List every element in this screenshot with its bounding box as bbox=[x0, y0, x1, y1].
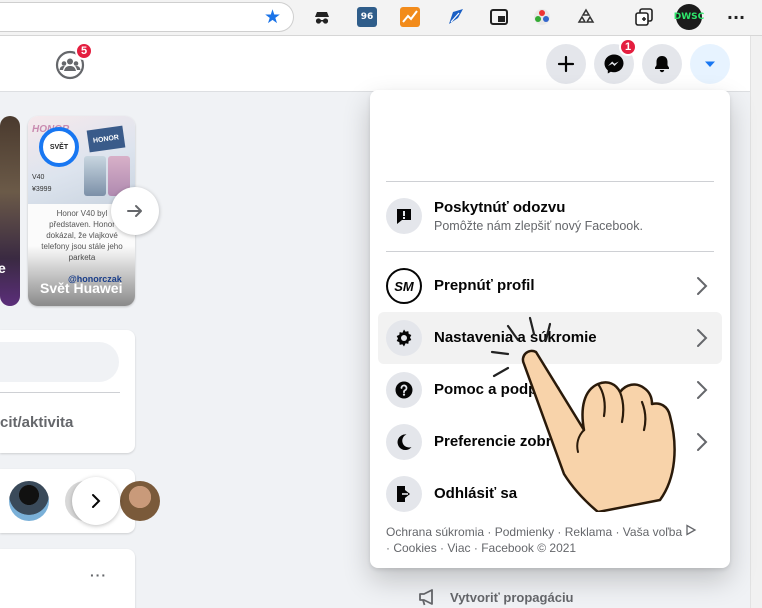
story-avatar[interactable]: SVĚT bbox=[39, 127, 79, 167]
menu-item-label: Odhlásiť sa bbox=[434, 485, 518, 502]
post-composer: cit/aktivita bbox=[0, 330, 135, 453]
log-out-icon bbox=[386, 476, 422, 512]
story-name: Svět Huawei bbox=[40, 280, 123, 296]
create-ad-link[interactable]: Vytvoriť propagáciu bbox=[418, 586, 574, 608]
whats-on-your-mind-input[interactable] bbox=[0, 342, 119, 382]
pip-extension-icon[interactable] bbox=[489, 7, 509, 27]
menu-item-label: Prepnúť profil bbox=[434, 277, 535, 294]
chevron-right-icon bbox=[697, 433, 708, 451]
menu-divider bbox=[386, 181, 714, 182]
megaphone-icon bbox=[419, 589, 433, 606]
browser-menu-icon[interactable]: ··· bbox=[726, 7, 746, 27]
settings-privacy-item[interactable]: Nastavenia a súkromie bbox=[378, 312, 722, 364]
pen-extension-icon[interactable] bbox=[446, 7, 466, 27]
menu-item-label: Preferencie zobrazenia bbox=[434, 433, 598, 450]
profile-avatar[interactable]: DWSC bbox=[674, 4, 704, 30]
help-icon bbox=[386, 372, 422, 408]
feeling-activity-button[interactable]: cit/aktivita bbox=[0, 414, 73, 431]
story-name: e bbox=[0, 260, 6, 276]
arrow-right-icon bbox=[127, 205, 142, 217]
moon-icon bbox=[386, 424, 422, 460]
plus-icon bbox=[557, 55, 575, 73]
footer-link-cookies[interactable]: Cookies bbox=[393, 541, 436, 555]
ad-choices-icon[interactable] bbox=[685, 524, 697, 536]
feedback-subtitle: Pomôžte nám zlepšiť nový Facebook. bbox=[434, 219, 643, 233]
feedback-icon bbox=[386, 198, 422, 234]
chart-extension-icon[interactable] bbox=[400, 7, 420, 27]
caret-down-icon bbox=[705, 61, 715, 67]
feedback-label: Poskytnúť odozvu bbox=[434, 199, 566, 216]
menu-footer: Ochrana súkromia · Podmienky · Reklama ·… bbox=[386, 524, 716, 556]
give-feedback-item[interactable]: Poskytnúť odozvu Pomôžte nám zlepšiť nov… bbox=[378, 190, 722, 246]
page-scrollbar[interactable] bbox=[750, 36, 762, 608]
footer-link-privacy[interactable]: Ochrana súkromia bbox=[386, 525, 484, 539]
counter-extension-icon[interactable]: 96 bbox=[357, 7, 377, 27]
feed-post: ··· bbox=[0, 549, 135, 608]
footer-link-advertising[interactable]: Reklama bbox=[565, 525, 612, 539]
story-card[interactable]: e bbox=[0, 116, 20, 306]
post-more-icon[interactable]: ··· bbox=[90, 567, 107, 583]
profile-monogram-icon: SM bbox=[386, 268, 422, 304]
footer-link-more[interactable]: Viac bbox=[447, 541, 470, 555]
account-dropdown-menu: Poskytnúť odozvu Pomôžte nám zlepšiť nov… bbox=[370, 90, 730, 568]
spy-icon[interactable] bbox=[312, 7, 332, 27]
chevron-right-icon bbox=[92, 494, 101, 508]
account-menu-button[interactable] bbox=[690, 44, 730, 84]
chevron-right-icon bbox=[697, 329, 708, 347]
help-support-item[interactable]: Pomoc a podpora bbox=[378, 364, 722, 416]
extension-counter: 96 bbox=[360, 12, 374, 22]
color-extension-icon[interactable] bbox=[532, 7, 552, 27]
menu-item-label: Nastavenia a súkromie bbox=[434, 329, 597, 346]
menu-divider bbox=[386, 251, 714, 252]
facebook-header: 5 1 bbox=[0, 36, 750, 92]
gear-icon bbox=[386, 320, 422, 356]
phone-image bbox=[84, 156, 106, 196]
recycle-extension-icon[interactable] bbox=[576, 7, 596, 27]
log-out-item[interactable]: Odhlásiť sa bbox=[378, 468, 722, 520]
address-bar[interactable]: ★ bbox=[0, 2, 294, 32]
story-model: V40 bbox=[32, 174, 45, 181]
switch-profile-item[interactable]: SM Prepnúť profil bbox=[378, 260, 722, 312]
menu-item-label: Pomoc a podpora bbox=[434, 381, 561, 398]
display-preferences-item[interactable]: Preferencie zobrazenia bbox=[378, 416, 722, 468]
chevron-right-icon bbox=[697, 381, 708, 399]
bookmark-star-icon[interactable]: ★ bbox=[264, 8, 281, 28]
notifications-button[interactable] bbox=[642, 44, 682, 84]
footer-link-terms[interactable]: Podmienky bbox=[495, 525, 554, 539]
story-price: ¥3999 bbox=[32, 186, 52, 193]
story-brand-sign: HONOR bbox=[86, 125, 126, 153]
create-button[interactable] bbox=[546, 44, 586, 84]
contact-avatar[interactable] bbox=[120, 481, 160, 521]
messenger-badge: 1 bbox=[619, 38, 637, 56]
footer-link-ad-choices[interactable]: Vaša voľba bbox=[623, 525, 682, 539]
stories-next-button[interactable] bbox=[111, 187, 159, 235]
rooms-next-button[interactable] bbox=[72, 477, 120, 525]
bell-icon bbox=[655, 56, 669, 73]
browser-toolbar: ★ 96 DWSC ··· bbox=[0, 0, 762, 36]
messenger-icon bbox=[604, 54, 624, 74]
footer-copyright: Facebook © 2021 bbox=[481, 541, 577, 555]
rooms-bar bbox=[0, 469, 160, 533]
create-ad-label: Vytvoriť propagáciu bbox=[450, 589, 574, 605]
contact-avatar[interactable] bbox=[9, 481, 49, 521]
groups-badge: 5 bbox=[75, 42, 93, 60]
collections-icon[interactable] bbox=[634, 7, 654, 27]
chevron-right-icon bbox=[697, 277, 708, 295]
